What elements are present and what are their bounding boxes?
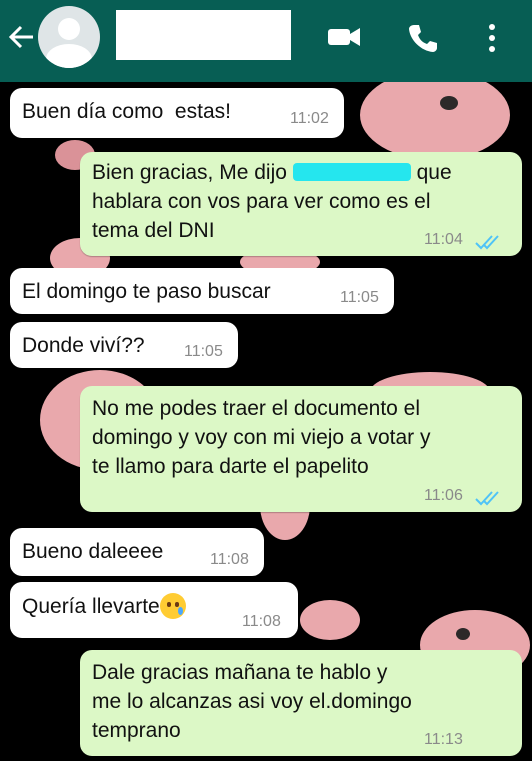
message-text: Quería llevarte [22,592,186,621]
contact-name-redacted[interactable] [116,10,291,60]
redacted-name [292,163,411,181]
message-text: Bueno daleeee [22,540,164,563]
message-text: El domingo te paso buscar [22,280,271,303]
message-time: 11:06 [424,487,463,504]
message-time: 11:05 [340,289,379,306]
contact-avatar[interactable] [38,6,100,68]
read-ticks-icon [474,230,502,259]
message-text: Donde viví?? [22,334,145,357]
message-text: Buen día como estas! [22,100,231,123]
message-time: 11:08 [210,551,249,568]
message-text-part: que [410,161,452,184]
message-incoming[interactable]: Donde viví?? 11:05 [10,322,238,368]
message-text-part: tema del DNI [92,219,215,242]
chat-header [0,0,532,82]
message-time: 11:13 [424,731,463,748]
message-text-part: Bien gracias, Me dijo [92,161,293,184]
sad-tear-emoji-icon [159,593,186,619]
phone-call-icon[interactable] [407,22,439,59]
message-incoming[interactable]: Buen día como estas! 11:02 [10,88,344,138]
pig-nostril-icon [456,628,470,640]
message-incoming[interactable]: Bueno daleeee 11:08 [10,528,264,576]
message-incoming[interactable]: Quería llevarte 11:08 [10,582,298,638]
video-call-icon[interactable] [326,22,362,57]
message-text: Bien gracias, Me dijo que hablara con vo… [92,158,452,245]
message-time: 11:02 [290,110,329,127]
message-time: 11:04 [424,231,463,248]
avatar-body-shape [46,44,92,68]
message-time: 11:05 [184,343,223,360]
pig-nostril-icon [440,96,458,110]
pig-doodle-icon [300,600,360,640]
message-text: No me podes traer el documento el doming… [92,397,431,478]
default-avatar-icon [58,18,80,40]
message-outgoing[interactable]: No me podes traer el documento el doming… [80,386,522,512]
read-ticks-icon [474,486,502,515]
message-outgoing[interactable]: Dale gracias mañana te hablo y me lo alc… [80,650,522,756]
tear-shape [177,607,183,615]
message-text: Dale gracias mañana te hablo y me lo alc… [92,661,412,742]
message-text-part: Quería llevarte [22,595,160,618]
pig-doodle-icon [360,70,510,160]
more-vert-icon[interactable] [486,22,498,59]
back-arrow-icon[interactable] [6,20,40,54]
message-time: 11:08 [242,613,281,630]
message-outgoing[interactable]: Bien gracias, Me dijo que hablara con vo… [80,152,522,256]
message-text-part: hablara con vos para ver como es el [92,190,431,213]
message-incoming[interactable]: El domingo te paso buscar 11:05 [10,268,394,314]
